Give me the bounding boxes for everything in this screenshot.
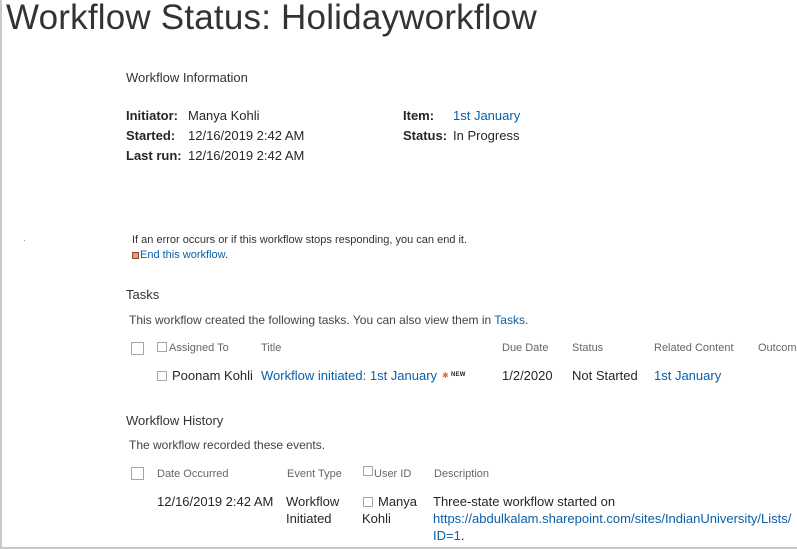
- end-workflow-suffix: .: [224, 249, 229, 261]
- status-label: Status:: [403, 128, 448, 143]
- started-value: 12/16/2019 2:42 AM: [188, 128, 305, 143]
- new-star-icon: ✱: [442, 371, 449, 380]
- tasks-link[interactable]: Tasks: [494, 313, 525, 327]
- column-event-type[interactable]: Event Type: [287, 468, 342, 480]
- column-related-content[interactable]: Related Content: [654, 342, 734, 354]
- history-description-line1: Three-state workflow started on: [433, 494, 616, 509]
- decorative-dot: [24, 240, 25, 241]
- history-description-url[interactable]: https://abdulkalam.sharepoint.com/sites/…: [433, 511, 791, 526]
- item-label: Item:: [403, 108, 435, 123]
- history-event-type-line1: Workflow: [286, 494, 340, 509]
- history-description-url-end[interactable]: ID=1: [433, 528, 461, 543]
- window-left-border: [0, 0, 2, 549]
- tasks-description-suffix: .: [524, 313, 529, 327]
- end-workflow-icon: [132, 252, 139, 259]
- column-description[interactable]: Description: [434, 468, 489, 480]
- status-value: In Progress: [453, 128, 520, 143]
- task-status: Not Started: [572, 368, 638, 383]
- history-event-type-line2: Initiated: [286, 511, 332, 526]
- last-run-value: 12/16/2019 2:42 AM: [188, 148, 305, 163]
- tasks-select-all-checkbox[interactable]: [131, 342, 144, 355]
- last-run-label: Last run:: [126, 148, 182, 163]
- tasks-description: This workflow created the following task…: [129, 313, 528, 327]
- task-related-content-link[interactable]: 1st January: [654, 368, 721, 383]
- task-due-date: 1/2/2020: [502, 368, 553, 383]
- end-workflow-line: End this workflow.: [140, 249, 228, 261]
- error-notice-text: If an error occurs or if this workflow s…: [132, 234, 468, 246]
- history-description: The workflow recorded these events.: [129, 438, 326, 452]
- workflow-history-heading: Workflow History: [126, 413, 224, 428]
- history-select-all-checkbox[interactable]: [131, 467, 144, 480]
- initiator-label: Initiator:: [126, 108, 178, 123]
- column-user-id[interactable]: User ID: [374, 468, 411, 480]
- history-description-suffix: .: [460, 528, 465, 543]
- page-title: Workflow Status: Holidayworkflow: [6, 0, 537, 37]
- initiator-value: Manya Kohli: [188, 108, 260, 123]
- tasks-description-text: This workflow created the following task…: [129, 313, 495, 327]
- column-outcome[interactable]: Outcome: [758, 342, 797, 354]
- column-assigned-to[interactable]: Assigned To: [169, 342, 229, 354]
- column-status[interactable]: Status: [572, 342, 603, 354]
- assigned-to-type-icon: [157, 342, 167, 352]
- history-user-line1: Manya: [378, 494, 418, 509]
- tasks-heading: Tasks: [126, 287, 160, 302]
- column-due-date[interactable]: Due Date: [502, 342, 548, 354]
- end-workflow-link[interactable]: End this workflow: [140, 249, 225, 261]
- history-user-line2: Kohli: [362, 511, 391, 526]
- started-label: Started:: [126, 128, 176, 143]
- column-date-occurred[interactable]: Date Occurred: [157, 468, 229, 480]
- user-presence-icon: [157, 371, 167, 381]
- task-assigned-to: Poonam Kohli: [172, 368, 253, 383]
- item-link[interactable]: 1st January: [453, 108, 520, 123]
- new-badge: NEW: [451, 372, 466, 378]
- user-id-type-icon: [363, 466, 373, 476]
- workflow-information-heading: Workflow Information: [126, 70, 248, 85]
- history-description-end: ID=1.: [433, 528, 464, 543]
- task-title-link[interactable]: Workflow initiated: 1st January: [261, 368, 437, 383]
- user-presence-icon: [363, 497, 373, 507]
- column-title[interactable]: Title: [261, 342, 281, 354]
- history-date-occurred: 12/16/2019 2:42 AM: [157, 494, 274, 509]
